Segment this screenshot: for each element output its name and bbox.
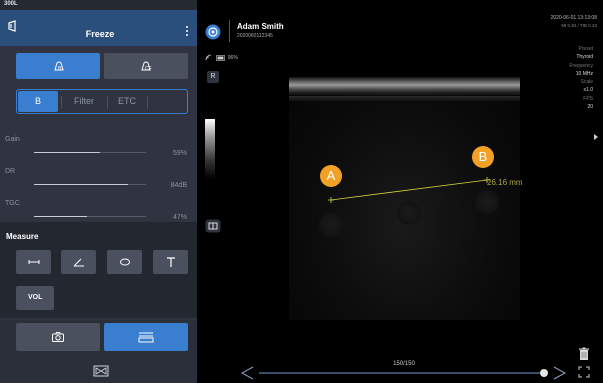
cine-bar xyxy=(240,366,567,380)
cine-progress-knob[interactable] xyxy=(540,369,548,377)
cine-prev-icon[interactable] xyxy=(240,366,254,380)
fullscreen-icon[interactable] xyxy=(578,366,590,378)
trash-icon[interactable] xyxy=(578,347,590,361)
cine-frame-counter: 150/150 xyxy=(393,361,415,367)
cine-next-icon[interactable] xyxy=(553,366,567,380)
